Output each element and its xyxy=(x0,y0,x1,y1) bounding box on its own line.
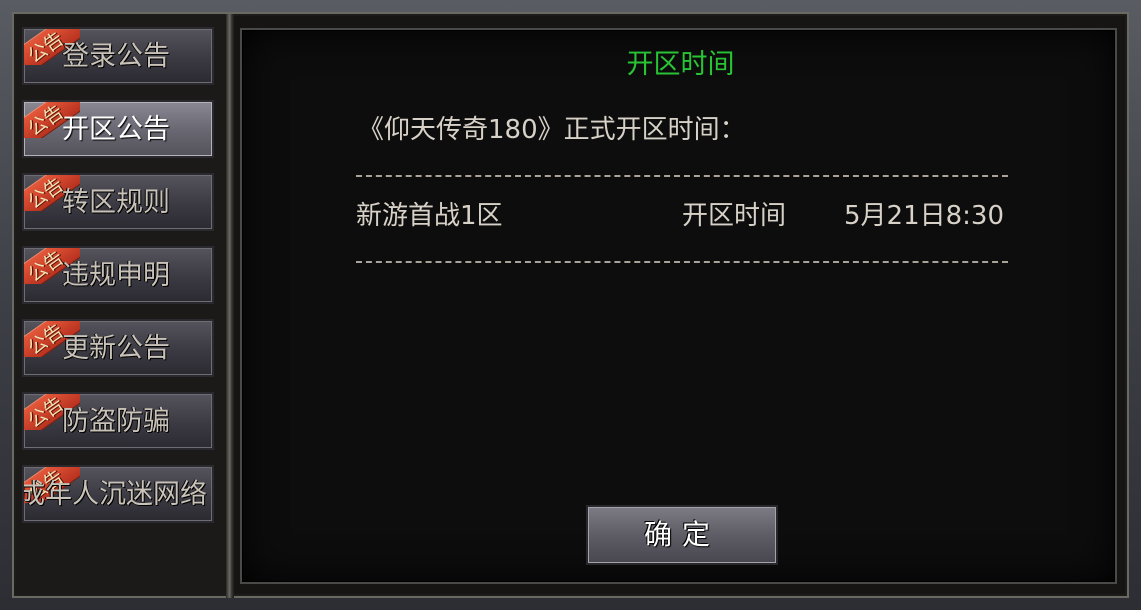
sidebar-item-update-notice[interactable]: 公告 更新公告 xyxy=(22,319,214,377)
dashed-divider xyxy=(356,175,1008,177)
sidebar-item-server-open-notice[interactable]: 公告 开区公告 xyxy=(22,100,214,158)
sidebar-item-label: 更新公告 xyxy=(62,333,170,364)
sidebar-item-label: 违规申明 xyxy=(62,260,170,291)
announcement-headline: 《仰天传奇180》正式开区时间： xyxy=(358,115,746,145)
dashed-divider xyxy=(356,261,1008,263)
sidebar-item-transfer-rules[interactable]: 公告 转区规则 xyxy=(22,173,214,231)
sidebar-item-anti-addiction[interactable]: 公告 成年人沉迷网络 xyxy=(22,465,214,523)
sidebar-item-login-notice[interactable]: 公告 登录公告 xyxy=(22,27,214,85)
sidebar-item-label: 开区公告 xyxy=(62,114,170,145)
confirm-button-label: 确定 xyxy=(643,518,720,551)
sidebar-item-label: 防盗防骗 xyxy=(62,406,170,437)
panel-title: 开区时间 xyxy=(626,49,735,80)
confirm-button[interactable]: 确定 xyxy=(586,505,778,565)
sidebar-item-label: 登录公告 xyxy=(62,41,170,72)
sidebar-item-violation-statement[interactable]: 公告 违规申明 xyxy=(22,246,214,304)
sidebar-item-label: 成年人沉迷网络 xyxy=(22,479,207,510)
server-name: 新游首战1区 xyxy=(356,201,503,231)
sidebar-item-anti-fraud[interactable]: 公告 防盗防骗 xyxy=(22,392,214,450)
open-time-value: 5月21日8:30 xyxy=(844,201,1005,231)
open-time-label: 开区时间 xyxy=(682,201,787,231)
content-panel: 开区时间 《仰天传奇180》正式开区时间： 新游首战1区 开区时间 5月21日8… xyxy=(240,28,1117,584)
sidebar-item-label: 转区规则 xyxy=(62,187,170,218)
sidebar-divider xyxy=(226,14,234,598)
